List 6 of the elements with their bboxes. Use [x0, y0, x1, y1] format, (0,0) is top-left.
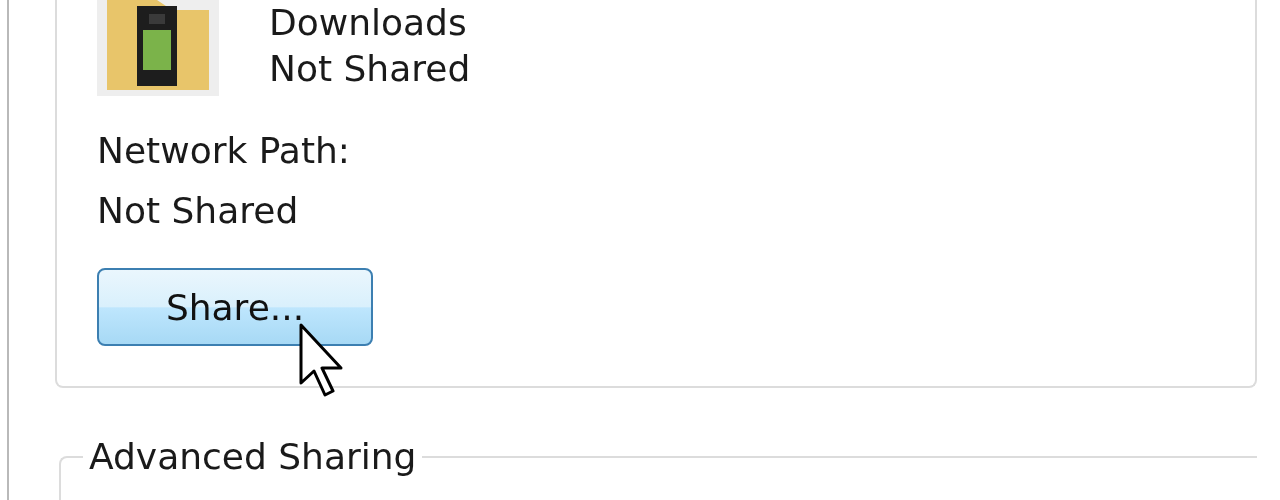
network-path-value: Not Shared [97, 189, 299, 233]
folder-name: Downloads [269, 1, 468, 45]
folder-icon [97, 0, 219, 96]
share-button[interactable]: Share... [97, 268, 373, 346]
folder-status: Not Shared [269, 47, 471, 91]
network-path-label: Network Path: [97, 129, 350, 173]
